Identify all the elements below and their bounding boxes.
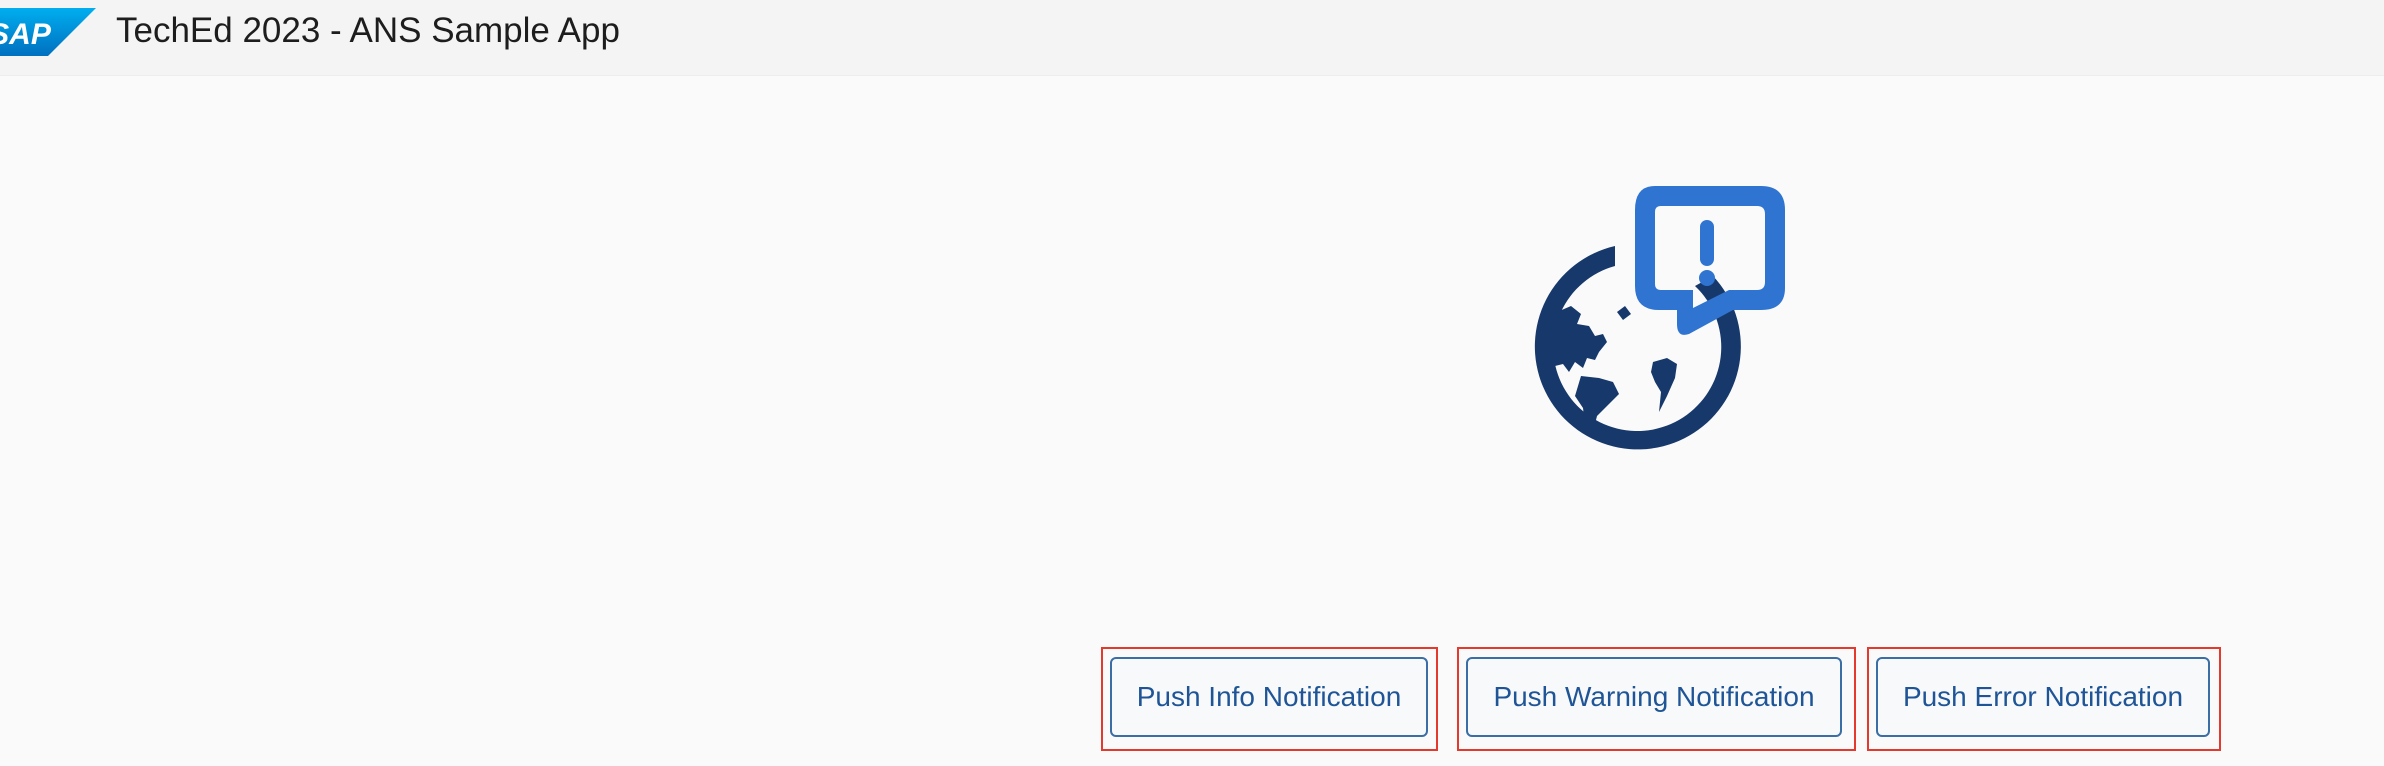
info-button-highlight: Push Info Notification [1101,647,1438,751]
app-title: TechEd 2023 - ANS Sample App [116,11,620,50]
main-content: Push Info Notification Push Warning Noti… [0,76,2384,766]
push-info-notification-button[interactable]: Push Info Notification [1110,657,1428,737]
error-button-highlight: Push Error Notification [1867,647,2221,751]
sap-logo-text: SAP [0,18,52,51]
continent-island [1617,306,1631,320]
bubble-exclamation-dot [1699,270,1715,286]
sap-logo[interactable]: SAP [0,8,96,56]
warning-button-highlight: Push Warning Notification [1457,647,1856,751]
push-error-notification-button[interactable]: Push Error Notification [1876,657,2210,737]
shell-bar: SAP TechEd 2023 - ANS Sample App [0,0,2384,76]
continent-africa [1651,358,1677,412]
globe-notification-icon [1534,186,1785,450]
push-warning-notification-button[interactable]: Push Warning Notification [1466,657,1842,737]
bubble-exclamation-bar [1700,220,1714,266]
